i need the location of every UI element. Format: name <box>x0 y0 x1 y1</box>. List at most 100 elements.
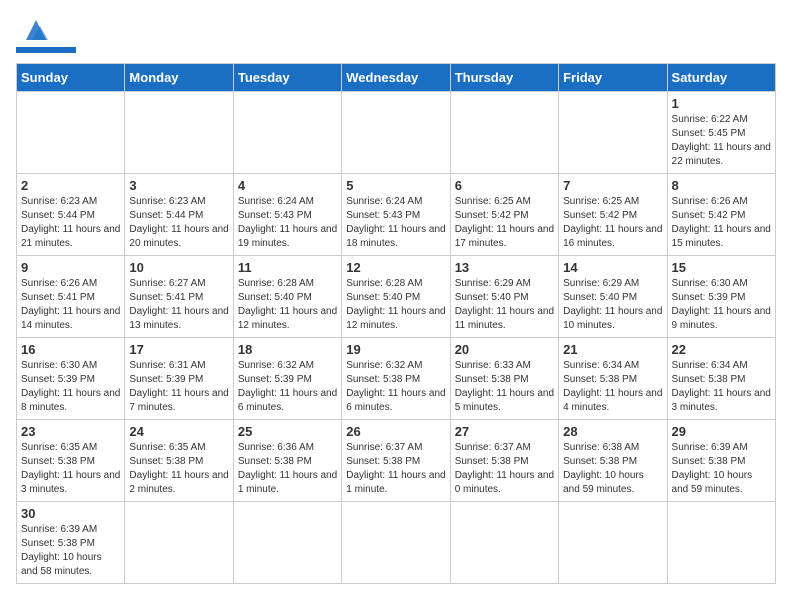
day-number: 4 <box>238 178 337 193</box>
calendar-cell: 1 Sunrise: 6:22 AM Sunset: 5:45 PM Daylig… <box>667 92 775 174</box>
day-number: 2 <box>21 178 120 193</box>
logo-icon <box>22 16 50 44</box>
day-info: Sunrise: 6:25 AM Sunset: 5:42 PM Dayligh… <box>455 195 554 251</box>
logo-bar <box>16 47 76 53</box>
day-number: 11 <box>238 260 337 275</box>
day-info: Sunrise: 6:26 AM Sunset: 5:41 PM Dayligh… <box>21 277 120 333</box>
day-info: Sunrise: 6:30 AM Sunset: 5:39 PM Dayligh… <box>21 359 120 415</box>
calendar-cell: 30 Sunrise: 6:39 AM Sunset: 5:38 PM Dayli… <box>17 502 125 584</box>
calendar-cell: 28 Sunrise: 6:38 AM Sunset: 5:38 PM Dayli… <box>559 420 667 502</box>
day-info: Sunrise: 6:22 AM Sunset: 5:45 PM Dayligh… <box>672 113 771 169</box>
day-info: Sunrise: 6:23 AM Sunset: 5:44 PM Dayligh… <box>21 195 120 251</box>
day-header-friday: Friday <box>559 64 667 92</box>
day-header-tuesday: Tuesday <box>233 64 341 92</box>
day-number: 16 <box>21 342 120 357</box>
day-number: 24 <box>129 424 228 439</box>
calendar-cell: 23 Sunrise: 6:35 AM Sunset: 5:38 PM Dayli… <box>17 420 125 502</box>
calendar-cell: 24Sunrise: 6:35 AM Sunset: 5:38 PM Dayli… <box>125 420 233 502</box>
day-info: Sunrise: 6:23 AM Sunset: 5:44 PM Dayligh… <box>129 195 228 251</box>
day-number: 9 <box>21 260 120 275</box>
calendar-cell: 27Sunrise: 6:37 AM Sunset: 5:38 PM Dayli… <box>450 420 558 502</box>
day-number: 15 <box>672 260 771 275</box>
day-info: Sunrise: 6:37 AM Sunset: 5:38 PM Dayligh… <box>346 441 445 497</box>
day-info: Sunrise: 6:39 AM Sunset: 5:38 PM Dayligh… <box>21 523 120 579</box>
calendar-cell <box>559 92 667 174</box>
day-number: 29 <box>672 424 771 439</box>
calendar-cell: 20 Sunrise: 6:33 AM Sunset: 5:38 PM Dayli… <box>450 338 558 420</box>
calendar-cell: 19Sunrise: 6:32 AM Sunset: 5:38 PM Dayli… <box>342 338 450 420</box>
day-info: Sunrise: 6:39 AM Sunset: 5:38 PM Dayligh… <box>672 441 771 497</box>
day-number: 19 <box>346 342 445 357</box>
day-info: Sunrise: 6:28 AM Sunset: 5:40 PM Dayligh… <box>346 277 445 333</box>
day-number: 22 <box>672 342 771 357</box>
day-number: 30 <box>21 506 120 521</box>
calendar-cell: 7Sunrise: 6:25 AM Sunset: 5:42 PM Daylig… <box>559 174 667 256</box>
calendar-cell <box>125 92 233 174</box>
calendar-cell: 4 Sunrise: 6:24 AM Sunset: 5:43 PM Daylig… <box>233 174 341 256</box>
calendar-cell: 14 Sunrise: 6:29 AM Sunset: 5:40 PM Dayli… <box>559 256 667 338</box>
calendar-cell <box>667 502 775 584</box>
calendar-cell <box>125 502 233 584</box>
day-number: 23 <box>21 424 120 439</box>
calendar-cell: 21 Sunrise: 6:34 AM Sunset: 5:38 PM Dayli… <box>559 338 667 420</box>
day-info: Sunrise: 6:31 AM Sunset: 5:39 PM Dayligh… <box>129 359 228 415</box>
day-info: Sunrise: 6:34 AM Sunset: 5:38 PM Dayligh… <box>672 359 771 415</box>
calendar-cell: 26 Sunrise: 6:37 AM Sunset: 5:38 PM Dayli… <box>342 420 450 502</box>
calendar-cell: 3 Sunrise: 6:23 AM Sunset: 5:44 PM Daylig… <box>125 174 233 256</box>
day-header-sunday: Sunday <box>17 64 125 92</box>
day-number: 27 <box>455 424 554 439</box>
day-info: Sunrise: 6:32 AM Sunset: 5:39 PM Dayligh… <box>238 359 337 415</box>
day-info: Sunrise: 6:29 AM Sunset: 5:40 PM Dayligh… <box>563 277 662 333</box>
calendar-table: SundayMondayTuesdayWednesdayThursdayFrid… <box>16 63 776 584</box>
day-header-monday: Monday <box>125 64 233 92</box>
day-number: 8 <box>672 178 771 193</box>
calendar-cell: 15 Sunrise: 6:30 AM Sunset: 5:39 PM Dayli… <box>667 256 775 338</box>
day-number: 10 <box>129 260 228 275</box>
calendar-cell <box>233 502 341 584</box>
day-info: Sunrise: 6:33 AM Sunset: 5:38 PM Dayligh… <box>455 359 554 415</box>
day-number: 21 <box>563 342 662 357</box>
day-number: 3 <box>129 178 228 193</box>
calendar-cell: 13 Sunrise: 6:29 AM Sunset: 5:40 PM Dayli… <box>450 256 558 338</box>
calendar-cell: 16 Sunrise: 6:30 AM Sunset: 5:39 PM Dayli… <box>17 338 125 420</box>
day-number: 6 <box>455 178 554 193</box>
day-info: Sunrise: 6:26 AM Sunset: 5:42 PM Dayligh… <box>672 195 771 251</box>
day-header-saturday: Saturday <box>667 64 775 92</box>
calendar-cell <box>450 502 558 584</box>
calendar-cell: 10 Sunrise: 6:27 AM Sunset: 5:41 PM Dayli… <box>125 256 233 338</box>
calendar-cell: 12 Sunrise: 6:28 AM Sunset: 5:40 PM Dayli… <box>342 256 450 338</box>
calendar-cell <box>342 502 450 584</box>
day-header-wednesday: Wednesday <box>342 64 450 92</box>
day-number: 7 <box>563 178 662 193</box>
day-info: Sunrise: 6:28 AM Sunset: 5:40 PM Dayligh… <box>238 277 337 333</box>
day-info: Sunrise: 6:24 AM Sunset: 5:43 PM Dayligh… <box>346 195 445 251</box>
calendar-cell: 18Sunrise: 6:32 AM Sunset: 5:39 PM Dayli… <box>233 338 341 420</box>
day-number: 17 <box>129 342 228 357</box>
calendar-cell: 5Sunrise: 6:24 AM Sunset: 5:43 PM Daylig… <box>342 174 450 256</box>
day-number: 26 <box>346 424 445 439</box>
day-number: 1 <box>672 96 771 111</box>
calendar-cell <box>17 92 125 174</box>
calendar-cell: 25 Sunrise: 6:36 AM Sunset: 5:38 PM Dayli… <box>233 420 341 502</box>
day-number: 20 <box>455 342 554 357</box>
day-info: Sunrise: 6:38 AM Sunset: 5:38 PM Dayligh… <box>563 441 662 497</box>
day-info: Sunrise: 6:29 AM Sunset: 5:40 PM Dayligh… <box>455 277 554 333</box>
calendar-cell: 17 Sunrise: 6:31 AM Sunset: 5:39 PM Dayli… <box>125 338 233 420</box>
calendar-cell: 2 Sunrise: 6:23 AM Sunset: 5:44 PM Daylig… <box>17 174 125 256</box>
day-info: Sunrise: 6:34 AM Sunset: 5:38 PM Dayligh… <box>563 359 662 415</box>
day-number: 14 <box>563 260 662 275</box>
day-number: 13 <box>455 260 554 275</box>
calendar-cell <box>233 92 341 174</box>
day-info: Sunrise: 6:27 AM Sunset: 5:41 PM Dayligh… <box>129 277 228 333</box>
day-info: Sunrise: 6:36 AM Sunset: 5:38 PM Dayligh… <box>238 441 337 497</box>
calendar-cell: 9 Sunrise: 6:26 AM Sunset: 5:41 PM Daylig… <box>17 256 125 338</box>
calendar-cell: 8 Sunrise: 6:26 AM Sunset: 5:42 PM Daylig… <box>667 174 775 256</box>
day-number: 28 <box>563 424 662 439</box>
day-info: Sunrise: 6:35 AM Sunset: 5:38 PM Dayligh… <box>21 441 120 497</box>
calendar-cell: 22 Sunrise: 6:34 AM Sunset: 5:38 PM Dayli… <box>667 338 775 420</box>
calendar-cell: 29 Sunrise: 6:39 AM Sunset: 5:38 PM Dayli… <box>667 420 775 502</box>
day-number: 25 <box>238 424 337 439</box>
day-number: 12 <box>346 260 445 275</box>
day-info: Sunrise: 6:24 AM Sunset: 5:43 PM Dayligh… <box>238 195 337 251</box>
day-info: Sunrise: 6:30 AM Sunset: 5:39 PM Dayligh… <box>672 277 771 333</box>
